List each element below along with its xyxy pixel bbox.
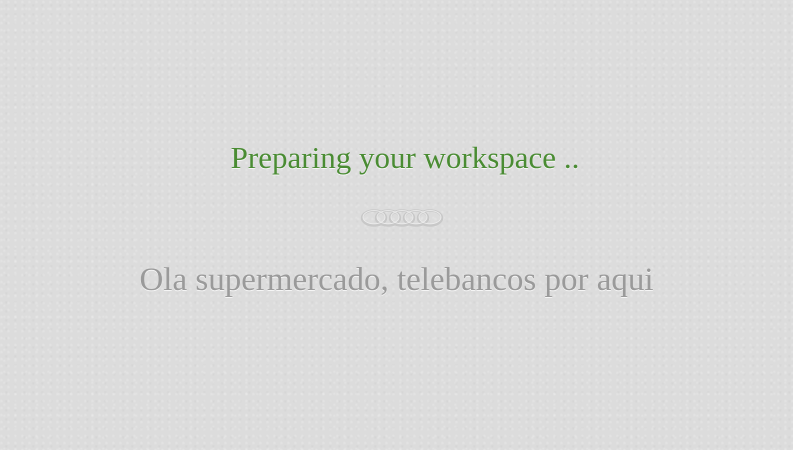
loading-screen: Preparing your workspace .. Ola supermer… bbox=[0, 0, 793, 450]
loading-title: Preparing your workspace .. bbox=[230, 140, 580, 175]
ornamental-divider-icon bbox=[227, 209, 577, 227]
loading-message: Ola supermercado, telebancos por aqui bbox=[139, 262, 654, 298]
